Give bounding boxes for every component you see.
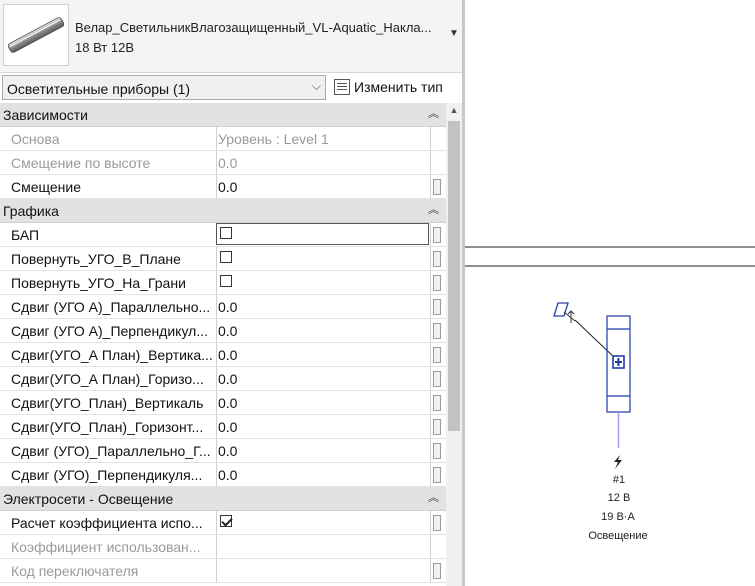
property-row-switch-id[interactable]: Код переключателя — [0, 559, 446, 583]
property-row[interactable]: Сдвиг(УГО_А План)_Вертика... 0.0 — [0, 343, 446, 367]
property-value-input[interactable]: 0.0 — [218, 419, 428, 435]
property-name: Сдвиг(УГО_План)_Горизонт... — [11, 419, 204, 435]
property-row[interactable]: Сдвиг(УГО_План)_Вертикаль 0.0 — [0, 391, 446, 415]
property-value-input[interactable]: 0.0 — [218, 347, 428, 363]
property-row-utilization-calc[interactable]: Расчет коэффициента испо... — [0, 511, 446, 535]
associate-parameter-button[interactable] — [433, 275, 441, 291]
section-title: Электросети - Освещение — [3, 491, 174, 507]
edit-type-icon — [334, 79, 350, 95]
property-row-elevation-offset: Смещение по высоте 0.0 — [0, 151, 446, 175]
property-name: Сдвиг(УГО_А План)_Горизо... — [11, 371, 204, 387]
property-name: Сдвиг(УГО_А План)_Вертика... — [11, 347, 213, 363]
property-name: Повернуть_УГО_В_Плане — [11, 251, 181, 267]
tag-circuit-number: #1 — [612, 474, 626, 486]
property-row[interactable]: Сдвиг (УГО)_Перпендикуля... 0.0 — [0, 463, 446, 487]
associate-parameter-button[interactable] — [433, 227, 441, 243]
drawing-canvas[interactable]: #1 12 В 19 В·А Освещение — [465, 0, 755, 586]
property-row[interactable]: Сдвиг (УГО А)_Параллельно... 0.0 — [0, 295, 446, 319]
property-name: Основа — [11, 131, 60, 147]
property-value: 0.0 — [218, 155, 238, 171]
property-name: Код переключателя — [11, 563, 139, 579]
category-filter-select[interactable]: Осветительные приборы (1) ⌵ — [2, 75, 326, 100]
property-row-host: Основа Уровень : Level 1 — [0, 127, 446, 151]
associate-parameter-button[interactable] — [433, 299, 441, 315]
property-name: Сдвиг (УГО)_Перпендикуля... — [11, 467, 203, 483]
associate-parameter-button[interactable] — [433, 419, 441, 435]
associate-parameter-button[interactable] — [433, 467, 441, 483]
filter-row: Осветительные приборы (1) ⌵ Изменить тип — [0, 74, 462, 102]
property-name: Сдвиг (УГО)_Параллельно_Г... — [11, 443, 211, 459]
property-row-offset[interactable]: Смещение 0.0 — [0, 175, 446, 199]
edit-type-label: Изменить тип — [354, 79, 443, 95]
property-value-input[interactable]: 0.0 — [218, 179, 428, 195]
associate-parameter-button[interactable] — [433, 515, 441, 531]
properties-palette: Велар_СветильникВлагозащищенный_VL-Aquat… — [0, 0, 462, 586]
type-name: Велар_СветильникВлагозащищенный_VL-Aquat… — [75, 20, 432, 35]
property-value: Уровень : Level 1 — [218, 131, 329, 147]
scroll-thumb[interactable] — [448, 121, 460, 431]
property-value-input[interactable]: 0.0 — [218, 323, 428, 339]
type-dropdown-icon[interactable]: ▼ — [448, 26, 460, 42]
property-row-utilization-factor: Коэффициент использован... — [0, 535, 446, 559]
property-row-rotate-plan[interactable]: Повернуть_УГО_В_Плане — [0, 247, 446, 271]
property-name: Смещение по высоте — [11, 155, 151, 171]
active-cell — [216, 223, 429, 245]
property-checkbox-checked[interactable] — [220, 515, 232, 527]
property-checkbox[interactable] — [220, 227, 232, 239]
associate-parameter-button[interactable] — [433, 251, 441, 267]
property-value-input[interactable]: 0.0 — [218, 299, 428, 315]
tag-system-type: Освещение — [588, 530, 648, 542]
associate-parameter-button[interactable] — [433, 179, 441, 195]
light-fixture-symbol[interactable] — [606, 315, 631, 413]
associate-parameter-button[interactable] — [433, 371, 441, 387]
section-electrical-lighting[interactable]: Электросети - Освещение ︽ — [0, 487, 446, 511]
edit-type-button[interactable]: Изменить тип — [331, 75, 461, 100]
property-row[interactable]: Сдвиг (УГО А)_Перпендикул... 0.0 — [0, 319, 446, 343]
associate-parameter-button[interactable] — [433, 323, 441, 339]
section-title: Графика — [3, 203, 59, 219]
property-name: Смещение — [11, 179, 82, 195]
collapse-icon[interactable]: ︽ — [428, 105, 439, 121]
lightning-icon — [614, 455, 622, 469]
tag-voltage: 12 В — [607, 492, 631, 504]
property-name: Повернуть_УГО_На_Грани — [11, 275, 186, 291]
associate-parameter-button[interactable] — [433, 395, 441, 411]
property-row-bap[interactable]: БАП — [0, 223, 446, 247]
chevron-down-icon: ⌵ — [311, 79, 321, 93]
scroll-up-icon[interactable]: ▲ — [446, 105, 462, 119]
property-checkbox[interactable] — [220, 275, 232, 287]
rotate-control-icon[interactable] — [553, 302, 576, 323]
property-name: Сдвиг (УГО А)_Параллельно... — [11, 299, 211, 315]
tag-apparent-load: 19 В·А — [601, 511, 635, 523]
property-name: БАП — [11, 227, 40, 243]
associate-parameter-button[interactable] — [433, 347, 441, 363]
property-value-input[interactable]: 0.0 — [218, 467, 428, 483]
property-checkbox[interactable] — [220, 251, 232, 263]
property-value-input[interactable]: 0.0 — [218, 371, 428, 387]
section-graphics[interactable]: Графика ︽ — [0, 199, 446, 223]
property-row-rotate-face[interactable]: Повернуть_УГО_На_Грани — [0, 271, 446, 295]
section-title: Зависимости — [3, 107, 88, 123]
associate-parameter-button[interactable] — [433, 443, 441, 459]
property-value-input[interactable]: 0.0 — [218, 443, 428, 459]
property-row[interactable]: Сдвиг (УГО)_Параллельно_Г... 0.0 — [0, 439, 446, 463]
property-name: Сдвиг (УГО А)_Перпендикул... — [11, 323, 208, 339]
associate-parameter-button[interactable] — [433, 563, 441, 579]
section-constraints[interactable]: Зависимости ︽ — [0, 103, 446, 127]
property-row[interactable]: Сдвиг(УГО_План)_Горизонт... 0.0 — [0, 415, 446, 439]
property-row[interactable]: Сдвиг(УГО_А План)_Горизо... 0.0 — [0, 367, 446, 391]
category-filter-value: Осветительные приборы (1) — [7, 81, 191, 97]
leader-line — [574, 319, 617, 360]
properties-grid: Зависимости ︽ Основа Уровень : Level 1 С… — [0, 103, 446, 583]
property-name: Сдвиг(УГО_План)_Вертикаль — [11, 395, 204, 411]
fixture-thumbnail — [3, 4, 69, 66]
collapse-icon[interactable]: ︽ — [428, 201, 439, 217]
vertical-scrollbar[interactable]: ▲ — [446, 103, 462, 586]
property-value-input[interactable]: 0.0 — [218, 395, 428, 411]
collapse-icon[interactable]: ︽ — [428, 489, 439, 505]
property-name: Расчет коэффициента испо... — [11, 515, 203, 531]
type-selector[interactable]: Велар_СветильникВлагозащищенный_VL-Aquat… — [0, 0, 462, 73]
type-subtitle: 18 Вт 12В — [75, 40, 135, 55]
property-name: Коэффициент использован... — [11, 539, 201, 555]
